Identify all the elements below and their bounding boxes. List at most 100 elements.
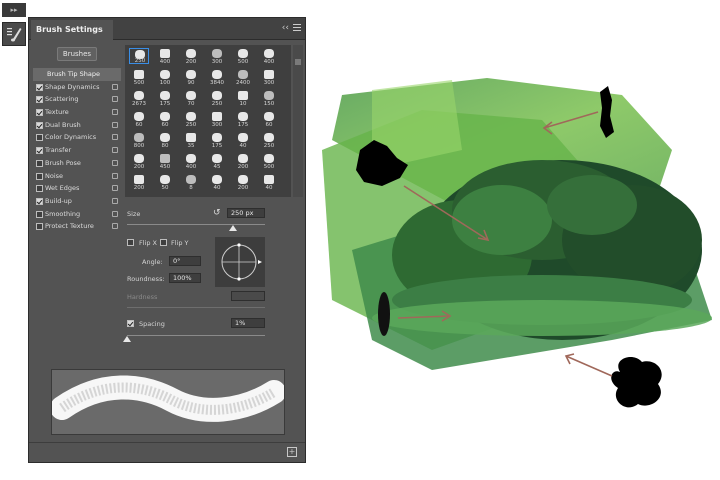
brush-option-build-up[interactable]: Build-up bbox=[33, 195, 121, 208]
brush-option-color-dynamics[interactable]: Color Dynamics bbox=[33, 131, 121, 144]
expand-panels-button[interactable]: ▸▸ bbox=[2, 3, 26, 17]
brush-tip[interactable]: 175 bbox=[207, 132, 227, 149]
lock-icon[interactable] bbox=[112, 96, 118, 103]
option-checkbox[interactable] bbox=[36, 210, 43, 218]
flip-y-checkbox[interactable] bbox=[160, 239, 167, 246]
lock-icon[interactable] bbox=[112, 223, 118, 230]
brush-tip[interactable]: 300 bbox=[259, 69, 279, 86]
lock-icon[interactable] bbox=[112, 172, 118, 179]
brush-tip[interactable]: 90 bbox=[181, 69, 201, 86]
spacing-slider-knob[interactable] bbox=[123, 336, 131, 342]
brush-option-protect-texture[interactable]: Protect Texture bbox=[33, 220, 121, 233]
option-checkbox[interactable] bbox=[36, 96, 43, 104]
option-checkbox[interactable] bbox=[36, 109, 43, 117]
brush-tip[interactable]: 250 bbox=[129, 48, 149, 64]
lock-icon[interactable] bbox=[112, 109, 118, 116]
brush-option-wet-edges[interactable]: Wet Edges bbox=[33, 182, 121, 195]
brush-option-transfer[interactable]: Transfer bbox=[33, 144, 121, 157]
spacing-checkbox[interactable] bbox=[127, 320, 134, 327]
lock-icon[interactable] bbox=[112, 185, 118, 192]
brush-option-smoothing[interactable]: Smoothing bbox=[33, 208, 121, 221]
brush-tip[interactable]: 200 bbox=[233, 153, 253, 170]
create-new-brush-icon[interactable]: + bbox=[287, 447, 297, 457]
brush-tip[interactable]: 150 bbox=[259, 90, 279, 107]
spacing-field[interactable]: 1% bbox=[231, 318, 265, 328]
scroll-thumb[interactable] bbox=[295, 59, 301, 65]
brush-tip[interactable]: 250 bbox=[207, 90, 227, 107]
brush-tip[interactable]: 60 bbox=[129, 111, 149, 128]
brush-tip[interactable]: 175 bbox=[155, 90, 175, 107]
brush-tip[interactable]: 2673 bbox=[129, 90, 149, 107]
brush-tip[interactable]: 40 bbox=[259, 174, 279, 191]
brush-tip[interactable]: 60 bbox=[259, 111, 279, 128]
brush-tip[interactable]: 45 bbox=[207, 153, 227, 170]
brush-tip[interactable]: 450 bbox=[155, 153, 175, 170]
brush-tip[interactable]: 500 bbox=[129, 69, 149, 86]
option-checkbox[interactable] bbox=[36, 134, 43, 142]
brush-option-shape-dynamics[interactable]: Shape Dynamics bbox=[33, 81, 121, 94]
brush-option-scattering[interactable]: Scattering bbox=[33, 93, 121, 106]
brush-tip[interactable]: 10 bbox=[233, 90, 253, 107]
option-checkbox[interactable] bbox=[36, 147, 43, 155]
brush-tip[interactable]: 60 bbox=[155, 111, 175, 128]
roundness-field[interactable]: 100% bbox=[169, 273, 201, 283]
brush-tip[interactable]: 40 bbox=[233, 132, 253, 149]
brush-tip[interactable]: 300 bbox=[207, 48, 227, 65]
brush-tip[interactable]: 3840 bbox=[207, 69, 227, 86]
brush-tip[interactable]: 400 bbox=[181, 153, 201, 170]
brush-option-noise[interactable]: Noise bbox=[33, 170, 121, 183]
brushes-button[interactable]: Brushes bbox=[57, 47, 97, 61]
brush-tip[interactable]: 300 bbox=[207, 111, 227, 128]
spacing-slider-track[interactable] bbox=[127, 335, 265, 336]
option-checkbox[interactable] bbox=[36, 172, 43, 180]
lock-icon[interactable] bbox=[112, 197, 118, 204]
collapse-panel-button[interactable]: ‹‹ bbox=[282, 23, 289, 33]
option-checkbox[interactable] bbox=[36, 159, 43, 167]
brush-settings-icon[interactable] bbox=[2, 22, 26, 46]
brush-tip[interactable]: 200 bbox=[129, 153, 149, 170]
option-checkbox[interactable] bbox=[36, 121, 43, 129]
brush-tip[interactable]: 500 bbox=[259, 153, 279, 170]
artwork-canvas[interactable] bbox=[312, 0, 720, 480]
reset-size-icon[interactable]: ↺ bbox=[213, 208, 223, 218]
brush-tip[interactable]: 2400 bbox=[233, 69, 253, 86]
tip-grid-scrollbar[interactable] bbox=[293, 45, 303, 197]
brush-option-brush-tip-shape[interactable]: Brush Tip Shape bbox=[33, 68, 121, 81]
brush-tip[interactable]: 250 bbox=[181, 111, 201, 128]
option-checkbox[interactable] bbox=[36, 223, 43, 231]
size-slider-knob[interactable] bbox=[229, 225, 237, 231]
brush-tip[interactable]: 400 bbox=[259, 48, 279, 65]
brush-tip[interactable]: 800 bbox=[129, 132, 149, 149]
size-slider-track[interactable] bbox=[127, 224, 265, 225]
angle-roundness-widget[interactable] bbox=[215, 237, 265, 287]
option-checkbox[interactable] bbox=[36, 83, 43, 91]
lock-icon[interactable] bbox=[112, 210, 118, 217]
panel-menu-icon[interactable] bbox=[293, 24, 301, 32]
brush-tip[interactable]: 250 bbox=[259, 132, 279, 149]
lock-icon[interactable] bbox=[112, 121, 118, 128]
brush-tip[interactable]: 200 bbox=[181, 48, 201, 65]
brush-tip[interactable]: 40 bbox=[207, 174, 227, 191]
brush-tip[interactable]: 200 bbox=[233, 174, 253, 191]
size-field[interactable]: 250 px bbox=[227, 208, 265, 218]
brush-tip[interactable]: 70 bbox=[181, 90, 201, 107]
option-checkbox[interactable] bbox=[36, 197, 43, 205]
option-checkbox[interactable] bbox=[36, 185, 43, 193]
brush-option-brush-pose[interactable]: Brush Pose bbox=[33, 157, 121, 170]
lock-icon[interactable] bbox=[112, 159, 118, 166]
lock-icon[interactable] bbox=[112, 147, 118, 154]
brush-tip[interactable]: 400 bbox=[155, 48, 175, 65]
brush-tip[interactable]: 8 bbox=[181, 174, 201, 191]
brush-option-dual-brush[interactable]: Dual Brush bbox=[33, 119, 121, 132]
brush-tip[interactable]: 100 bbox=[155, 69, 175, 86]
angle-field[interactable]: 0° bbox=[169, 256, 201, 266]
brush-tip[interactable]: 500 bbox=[233, 48, 253, 65]
lock-icon[interactable] bbox=[112, 83, 118, 90]
flip-x-checkbox[interactable] bbox=[127, 239, 134, 246]
brush-tip[interactable]: 35 bbox=[181, 132, 201, 149]
brush-tip[interactable]: 200 bbox=[129, 174, 149, 191]
lock-icon[interactable] bbox=[112, 134, 118, 141]
brush-option-texture[interactable]: Texture bbox=[33, 106, 121, 119]
brush-tip[interactable]: 175 bbox=[233, 111, 253, 128]
brush-settings-tab[interactable]: Brush Settings bbox=[31, 20, 113, 40]
